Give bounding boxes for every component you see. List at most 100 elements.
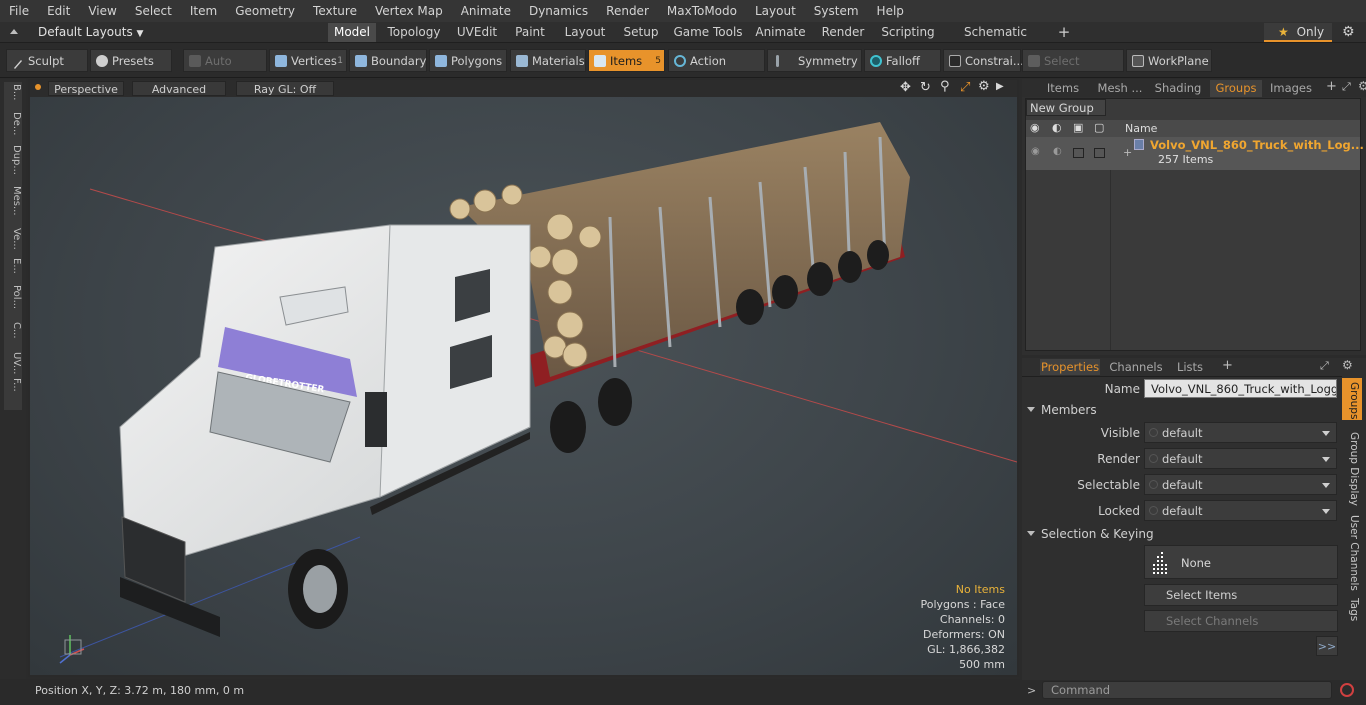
layouts-dropdown[interactable]: Default Layouts ▼ <box>38 25 143 39</box>
sculpt-button[interactable]: Sculpt <box>6 49 88 72</box>
items-button[interactable]: Items 5 <box>588 49 665 72</box>
rotate-view-icon[interactable]: ↻ <box>920 80 931 95</box>
3d-viewport[interactable]: GLOBETROTTER No Items Polygons: Face Ch… <box>30 97 1017 675</box>
action-center-button[interactable]: Action Center <box>668 49 765 91</box>
menu-texture[interactable]: Texture <box>304 0 366 22</box>
tab-channels[interactable]: Channels <box>1108 359 1164 375</box>
left-tab-0[interactable]: B... <box>4 84 22 100</box>
tab-paint[interactable]: Paint <box>509 23 551 42</box>
only-toggle[interactable]: ★ Only <box>1264 23 1332 42</box>
workplane-button[interactable]: WorkPlane <box>1126 49 1212 72</box>
record-icon[interactable] <box>1340 683 1354 697</box>
vertices-button[interactable]: Vertices 1 <box>269 49 347 72</box>
viewport-dot-icon[interactable] <box>35 84 41 90</box>
panel-maximize-icon[interactable]: ⤢ <box>1342 80 1351 94</box>
maximize-view-icon[interactable]: ⤢ <box>960 80 970 95</box>
lock-icon[interactable]: ▢ <box>1094 121 1104 134</box>
keying-none-button[interactable]: None <box>1144 545 1338 579</box>
tab-groups[interactable]: Groups <box>1210 80 1262 97</box>
falloff-button[interactable]: Falloff <box>864 49 941 72</box>
viewport-play-icon[interactable]: ▶ <box>996 81 1004 92</box>
tab-uvedit[interactable]: UVEdit <box>452 23 502 42</box>
row-lock-checkbox[interactable] <box>1094 148 1105 158</box>
presets-button[interactable]: Presets <box>90 49 172 72</box>
tab-schematic-fusion[interactable]: Schematic Fusion <box>945 23 1046 58</box>
left-tab-7[interactable]: C... <box>4 322 22 339</box>
menu-maxtomodo[interactable]: MaxToModo <box>658 0 746 22</box>
menu-help[interactable]: Help <box>868 0 913 22</box>
select-lock-icon[interactable]: ▣ <box>1073 121 1083 134</box>
tab-animate[interactable]: Animate <box>753 23 808 42</box>
tab-properties[interactable]: Properties <box>1040 359 1100 375</box>
collapse-arrow-icon[interactable] <box>9 26 19 36</box>
constraints-button[interactable]: Constrai... <box>943 49 1024 72</box>
menu-select[interactable]: Select <box>126 0 181 22</box>
add-tab-button[interactable]: + <box>1053 23 1075 42</box>
menu-edit[interactable]: Edit <box>38 0 79 22</box>
left-tab-9[interactable]: F... <box>4 378 22 392</box>
vtab-group-display[interactable]: Group Display <box>1344 432 1360 506</box>
select-channels-button[interactable]: Select Channels <box>1144 610 1338 632</box>
tab-scripting[interactable]: Scripting <box>878 23 938 42</box>
tab-lists[interactable]: Lists <box>1172 359 1208 375</box>
zoom-view-icon[interactable]: ⚲ <box>940 79 950 94</box>
left-tab-4[interactable]: Ve... <box>4 228 22 250</box>
boundary-button[interactable]: Boundary <box>349 49 427 72</box>
locked-dropdown[interactable]: default <box>1144 500 1337 521</box>
menu-system[interactable]: System <box>805 0 868 22</box>
add-panel-tab-button[interactable]: + <box>1326 79 1337 94</box>
vtab-groups[interactable]: Groups <box>1344 382 1360 419</box>
command-input[interactable]: Command <box>1042 681 1332 699</box>
tab-mesh[interactable]: Mesh ... <box>1094 80 1146 97</box>
symmetry-button[interactable]: Symmetry <box>767 49 862 72</box>
row-select-checkbox[interactable] <box>1073 148 1084 158</box>
left-tab-2[interactable]: Dup... <box>4 145 22 175</box>
visible-dropdown[interactable]: default <box>1144 422 1337 443</box>
tab-images[interactable]: Images <box>1268 80 1314 97</box>
vtab-user-channels[interactable]: User Channels <box>1344 515 1360 591</box>
viewport-gear-icon[interactable]: ⚙ <box>978 79 990 94</box>
group-name-field[interactable]: Volvo_VNL_860_Truck_with_Logging_ <box>1144 379 1337 398</box>
visibility-eye-icon[interactable]: ◉ <box>1030 121 1040 134</box>
raygl-dropdown[interactable]: Ray GL: Off <box>236 81 334 96</box>
tab-items[interactable]: Items <box>1040 80 1086 97</box>
tab-shading[interactable]: Shading <box>1152 80 1204 97</box>
expand-plus-icon[interactable]: + <box>1123 146 1132 159</box>
add-props-tab-button[interactable]: + <box>1222 358 1233 373</box>
menu-render[interactable]: Render <box>597 0 658 22</box>
gear-icon[interactable]: ⚙ <box>1342 24 1355 40</box>
materials-button[interactable]: Materials <box>510 49 586 72</box>
tab-topology[interactable]: Topology <box>383 23 445 42</box>
select-through-button[interactable]: Select Through <box>1022 49 1124 91</box>
group-row-volvo[interactable]: ◉ ◐ + Volvo_VNL_860_Truck_with_Log... 25… <box>1026 137 1364 170</box>
perspective-dropdown[interactable]: Perspective <box>48 81 124 96</box>
members-section[interactable]: Members <box>1027 403 1097 417</box>
vtab-tags[interactable]: Tags <box>1344 598 1360 621</box>
polygons-button[interactable]: Polygons <box>429 49 507 72</box>
left-tab-1[interactable]: De... <box>4 112 22 135</box>
menu-item[interactable]: Item <box>181 0 226 22</box>
props-maximize-icon[interactable]: ⤢ <box>1320 359 1329 373</box>
select-items-button[interactable]: Select Items <box>1144 584 1338 606</box>
menu-layout[interactable]: Layout <box>746 0 805 22</box>
menu-view[interactable]: View <box>79 0 125 22</box>
menu-vertex-map[interactable]: Vertex Map <box>366 0 452 22</box>
row-render-icon[interactable]: ◐ <box>1053 146 1062 157</box>
render-icon[interactable]: ◐ <box>1052 121 1062 134</box>
menu-geometry[interactable]: Geometry <box>226 0 304 22</box>
left-tab-3[interactable]: Mes... <box>4 186 22 216</box>
row-visibility-icon[interactable]: ◉ <box>1031 146 1040 157</box>
selectable-dropdown[interactable]: default <box>1144 474 1337 495</box>
auto-select-button[interactable]: Auto Select <box>183 49 267 91</box>
new-group-button[interactable]: New Group <box>1026 99 1106 116</box>
menu-dynamics[interactable]: Dynamics <box>520 0 597 22</box>
tab-layout[interactable]: Layout <box>558 23 612 42</box>
render-dropdown[interactable]: default <box>1144 448 1337 469</box>
left-tab-8[interactable]: UV... <box>4 352 22 374</box>
move-view-icon[interactable]: ✥ <box>900 80 911 95</box>
props-gear-icon[interactable]: ⚙ <box>1342 358 1353 372</box>
tab-render[interactable]: Render <box>815 23 871 42</box>
tab-setup[interactable]: Setup <box>619 23 663 42</box>
menu-file[interactable]: File <box>0 0 38 22</box>
shading-dropdown[interactable]: Advanced <box>132 81 226 96</box>
